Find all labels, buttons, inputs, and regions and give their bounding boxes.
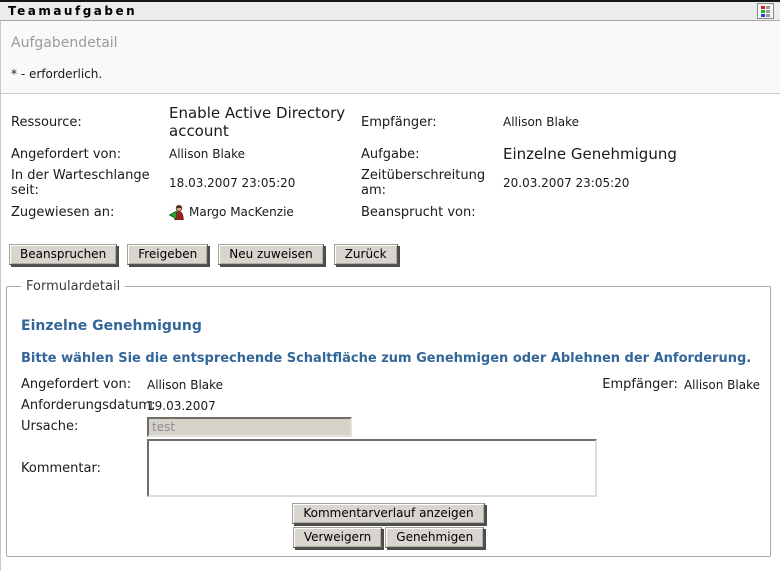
form-row-request-date: Anforderungsdatum: 19.03.2007	[21, 395, 762, 416]
recipient-label: Empfänger:	[361, 104, 503, 140]
gray-square-icon	[766, 6, 770, 9]
form-recipient-label: Empfänger:	[602, 377, 678, 392]
in-queue-since-value: 18.03.2007 23:05:20	[169, 168, 361, 198]
resource-label: Ressource:	[11, 104, 169, 140]
resource-value: Enable Active Directory account	[169, 104, 361, 140]
form-comment-label: Kommentar:	[21, 461, 147, 476]
required-note: * - erforderlich.	[11, 67, 770, 81]
assigned-to-label: Zugewiesen an:	[11, 198, 169, 226]
form-requested-by-label: Angefordert von:	[21, 377, 147, 392]
task-detail-intro: Aufgabendetail * - erforderlich.	[1, 21, 780, 94]
form-buttons: Kommentarverlauf anzeigen Verweigern Gen…	[15, 503, 762, 548]
blue-square-icon	[761, 14, 765, 17]
task-value: Einzelne Genehmigung	[503, 140, 774, 168]
approval-instruction: Bitte wählen Sie die entsprechende Schal…	[21, 351, 762, 366]
release-button[interactable]: Freigeben	[127, 244, 208, 265]
claimed-by-value	[503, 198, 774, 226]
form-detail-legend: Formulardetail	[21, 279, 125, 294]
portlet-options-icon[interactable]	[757, 3, 774, 19]
claim-button[interactable]: Beanspruchen	[9, 244, 117, 265]
teamaufgaben-window: Teamaufgaben Aufgabendetail * - erforder…	[0, 0, 780, 571]
form-request-date-value: 19.03.2007	[147, 399, 216, 413]
recipient-value: Allison Blake	[503, 104, 774, 140]
comment-history-button[interactable]: Kommentarverlauf anzeigen	[292, 503, 484, 524]
gray-square-icon	[766, 14, 770, 17]
claimed-by-label: Beansprucht von:	[361, 198, 503, 226]
back-button[interactable]: Zurück	[334, 244, 398, 265]
green-square-icon	[761, 10, 765, 13]
gray-square-icon	[766, 10, 770, 13]
reason-input[interactable]	[147, 417, 352, 437]
task-detail-grid: Ressource: Enable Active Directory accou…	[1, 94, 780, 232]
assigned-user: Margo MacKenzie	[169, 204, 294, 220]
form-detail-fieldset: Formulardetail Einzelne Genehmigung Bitt…	[6, 279, 771, 557]
assigned-to-value: Margo MacKenzie	[189, 205, 294, 219]
approval-title: Einzelne Genehmigung	[21, 318, 762, 334]
timeout-label: Zeitüberschreitung am:	[361, 168, 503, 198]
in-queue-since-label: In der Warteschlange seit:	[11, 168, 169, 198]
timeout-value: 20.03.2007 23:05:20	[503, 168, 774, 198]
task-action-toolbar: Beanspruchen Freigeben Neu zuweisen Zurü…	[1, 232, 780, 265]
requested-by-label: Angefordert von:	[11, 140, 169, 168]
form-recipient-value: Allison Blake	[684, 378, 760, 392]
assigned-user-icon	[169, 204, 185, 220]
portlet-titlebar: Teamaufgaben	[0, 0, 780, 21]
task-label: Aufgabe:	[361, 140, 503, 168]
page-title: Aufgabendetail	[11, 35, 770, 51]
form-row-reason: Ursache:	[21, 416, 762, 437]
form-requested-by-value: Allison Blake	[147, 378, 223, 392]
form-recipient: Empfänger: Allison Blake	[602, 377, 762, 392]
red-square-icon	[761, 6, 765, 9]
portlet-title: Teamaufgaben	[8, 4, 137, 18]
form-row-comment: Kommentar:	[21, 439, 762, 497]
form-request-date-label: Anforderungsdatum:	[21, 398, 147, 413]
comment-textarea[interactable]	[147, 439, 597, 497]
portlet-content: Aufgabendetail * - erforderlich. Ressour…	[0, 21, 780, 571]
form-row-requested-by: Angefordert von: Allison Blake Empfänger…	[21, 374, 762, 395]
deny-button[interactable]: Verweigern	[293, 527, 382, 548]
requested-by-value: Allison Blake	[169, 140, 361, 168]
approve-button[interactable]: Genehmigen	[385, 527, 484, 548]
form-reason-label: Ursache:	[21, 419, 147, 434]
reassign-button[interactable]: Neu zuweisen	[218, 244, 323, 265]
decision-buttons: Verweigern Genehmigen	[293, 527, 484, 548]
